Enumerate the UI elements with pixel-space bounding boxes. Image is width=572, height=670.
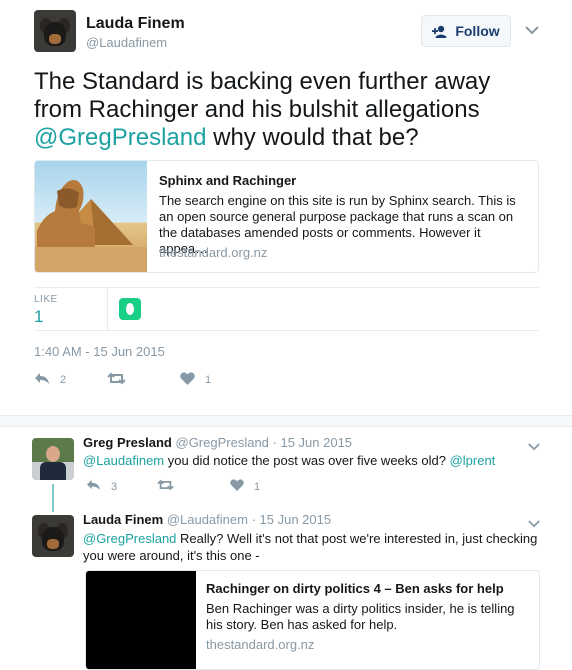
retweet-icon: [157, 479, 174, 494]
author-avatar[interactable]: [34, 10, 76, 52]
retweet-action[interactable]: [107, 372, 132, 388]
reply-author-handle[interactable]: @GregPresland: [176, 435, 269, 450]
card-url: thestandard.org.nz: [206, 637, 315, 652]
card-title: Rachinger on dirty politics 4 – Ben asks…: [206, 581, 504, 596]
follow-label: Follow: [455, 23, 500, 39]
chevron-down-icon[interactable]: [525, 22, 539, 38]
reply-header: Lauda Finem @Laudafinem · 15 Jun 2015: [83, 512, 331, 527]
reply-action[interactable]: 3: [86, 479, 117, 494]
reply-avatar[interactable]: [32, 515, 74, 557]
reply-icon: [34, 372, 50, 388]
like-count: 1: [205, 374, 212, 386]
card-description: Ben Rachinger was a dirty politics insid…: [206, 601, 515, 632]
liker-avatar-icon[interactable]: [119, 298, 141, 320]
heart-icon: [230, 479, 244, 494]
reply-author-name[interactable]: Greg Presland: [83, 435, 172, 450]
chevron-down-icon[interactable]: [528, 438, 540, 454]
like-stat-count[interactable]: 1: [34, 307, 43, 327]
tweet-text-body: The Standard is backing even further awa…: [34, 68, 491, 123]
card-url: thestandard.org.nz: [159, 245, 268, 260]
reply-text: @Laudafinem you did notice the post was …: [83, 453, 495, 468]
heart-icon: [180, 372, 195, 388]
reply-date[interactable]: · 15 Jun 2015: [252, 512, 332, 527]
reply-text: @GregPresland Really? Well it's not that…: [83, 530, 537, 564]
like-stat-label: LIKE: [34, 294, 58, 305]
reply-author-name[interactable]: Lauda Finem: [83, 512, 163, 527]
reply-mention-2[interactable]: @lprent: [450, 453, 496, 468]
reply-text-line-1: Really? Well it's not that post we're in…: [176, 531, 538, 546]
tweet-text: The Standard is backing even further awa…: [34, 68, 544, 152]
reply-count: 2: [60, 374, 67, 386]
author-handle[interactable]: @Laudafinem: [86, 35, 167, 50]
retweet-action[interactable]: [157, 479, 180, 494]
reply-author-handle[interactable]: @Laudafinem: [167, 512, 248, 527]
reply-mention[interactable]: @GregPresland: [83, 531, 176, 546]
retweet-icon: [107, 372, 126, 388]
card-thumbnail: [86, 571, 196, 669]
reply-icon: [86, 479, 101, 494]
reply-avatar[interactable]: [32, 438, 74, 480]
reply-mention[interactable]: @Laudafinem: [83, 453, 164, 468]
like-action[interactable]: 1: [230, 479, 260, 494]
chevron-down-icon[interactable]: [528, 515, 540, 531]
link-card[interactable]: Sphinx and Rachinger The search engine o…: [34, 160, 539, 273]
reply-count: 3: [111, 480, 118, 493]
mention-link[interactable]: @GregPresland: [34, 124, 206, 151]
reply-text-line-2: you were around, it's this one -: [83, 548, 260, 563]
link-card[interactable]: Rachinger on dirty politics 4 – Ben asks…: [85, 570, 540, 670]
follow-button[interactable]: Follow: [421, 15, 511, 47]
stats-divider-bottom: [34, 330, 539, 331]
thread-connector: [52, 484, 54, 512]
card-title: Sphinx and Rachinger: [159, 173, 297, 188]
like-count: 1: [254, 480, 261, 493]
reply-text-body: you did notice the post was over five we…: [164, 453, 450, 468]
conversation-separator: [0, 415, 572, 427]
add-user-icon: [432, 25, 449, 38]
author-name[interactable]: Lauda Finem: [86, 15, 185, 33]
stats-vertical-divider: [107, 288, 108, 330]
reply-action[interactable]: 2: [34, 372, 66, 388]
stats-divider-top: [34, 287, 539, 288]
reply-header: Greg Presland @GregPresland · 15 Jun 201…: [83, 435, 352, 450]
like-action[interactable]: 1: [180, 372, 211, 388]
tweet-text-tail: why would that be?: [206, 124, 419, 151]
card-thumbnail: [35, 161, 147, 272]
tweet-timestamp[interactable]: 1:40 AM - 15 Jun 2015: [34, 344, 165, 359]
reply-date[interactable]: · 15 Jun 2015: [273, 435, 353, 450]
